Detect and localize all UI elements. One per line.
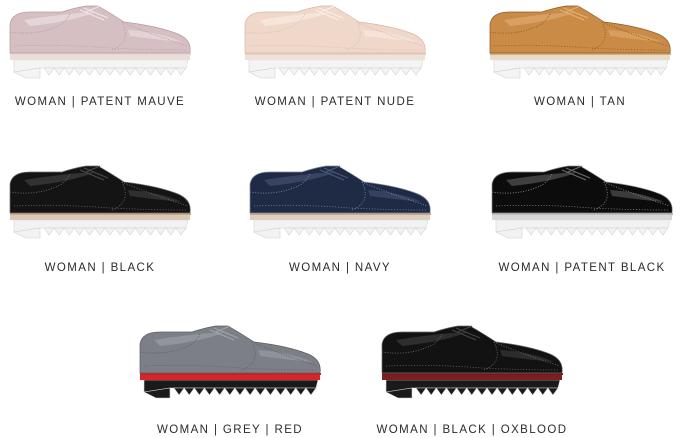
product-tile[interactable]: WOMAN | BLACK | OXBLOOD xyxy=(372,320,572,436)
shoe-illustration xyxy=(491,165,673,239)
shoe-illustration xyxy=(249,165,431,239)
shoe-illustration xyxy=(244,5,426,79)
shoe-illustration xyxy=(381,325,563,399)
sole-treads xyxy=(278,67,422,76)
sole-treads xyxy=(43,227,187,236)
product-label[interactable]: WOMAN | BLACK xyxy=(0,262,200,274)
shoe-upper xyxy=(381,325,563,374)
product-label[interactable]: WOMAN | GREY | RED xyxy=(130,424,330,436)
sole-treads xyxy=(283,227,427,236)
shoe-image[interactable] xyxy=(235,0,435,82)
product-label[interactable]: WOMAN | PATENT BLACK xyxy=(482,262,680,274)
shoe-upper xyxy=(489,5,671,54)
product-label[interactable]: WOMAN | PATENT MAUVE xyxy=(0,96,200,108)
shoe-image[interactable] xyxy=(482,160,680,242)
shoe-image[interactable] xyxy=(130,320,330,402)
sole-treads xyxy=(43,67,187,76)
product-tile[interactable]: WOMAN | BLACK xyxy=(0,160,200,274)
shoe-image[interactable] xyxy=(240,160,440,242)
shoe-image[interactable] xyxy=(0,0,200,82)
product-tile[interactable]: WOMAN | PATENT MAUVE xyxy=(0,0,200,108)
product-tile[interactable]: WOMAN | NAVY xyxy=(240,160,440,274)
sole-treads xyxy=(525,227,669,236)
sole-treads xyxy=(523,67,667,76)
shoe-illustration xyxy=(9,165,191,239)
shoe-image[interactable] xyxy=(480,0,680,82)
product-label[interactable]: WOMAN | NAVY xyxy=(240,262,440,274)
shoe-upper xyxy=(249,165,431,214)
shoe-upper xyxy=(491,165,673,214)
shoe-upper xyxy=(9,5,191,54)
shoe-upper xyxy=(9,165,191,214)
product-tile[interactable]: WOMAN | PATENT BLACK xyxy=(482,160,680,274)
shoe-upper xyxy=(139,325,321,374)
product-tile[interactable]: WOMAN | PATENT NUDE xyxy=(235,0,435,108)
product-label[interactable]: WOMAN | PATENT NUDE xyxy=(235,96,435,108)
shoe-illustration xyxy=(489,5,671,79)
shoe-image[interactable] xyxy=(372,320,572,402)
sole-treads xyxy=(173,387,317,396)
shoe-image[interactable] xyxy=(0,160,200,242)
product-grid: WOMAN | PATENT MAUVE WOMAN | PATENT NUDE… xyxy=(0,0,680,438)
sole-treads xyxy=(415,387,559,396)
shoe-illustration xyxy=(9,5,191,79)
product-label[interactable]: WOMAN | TAN xyxy=(480,96,680,108)
product-label[interactable]: WOMAN | BLACK | OXBLOOD xyxy=(372,424,572,436)
shoe-upper xyxy=(244,5,426,54)
product-tile[interactable]: WOMAN | TAN xyxy=(480,0,680,108)
shoe-illustration xyxy=(139,325,321,399)
product-tile[interactable]: WOMAN | GREY | RED xyxy=(130,320,330,436)
